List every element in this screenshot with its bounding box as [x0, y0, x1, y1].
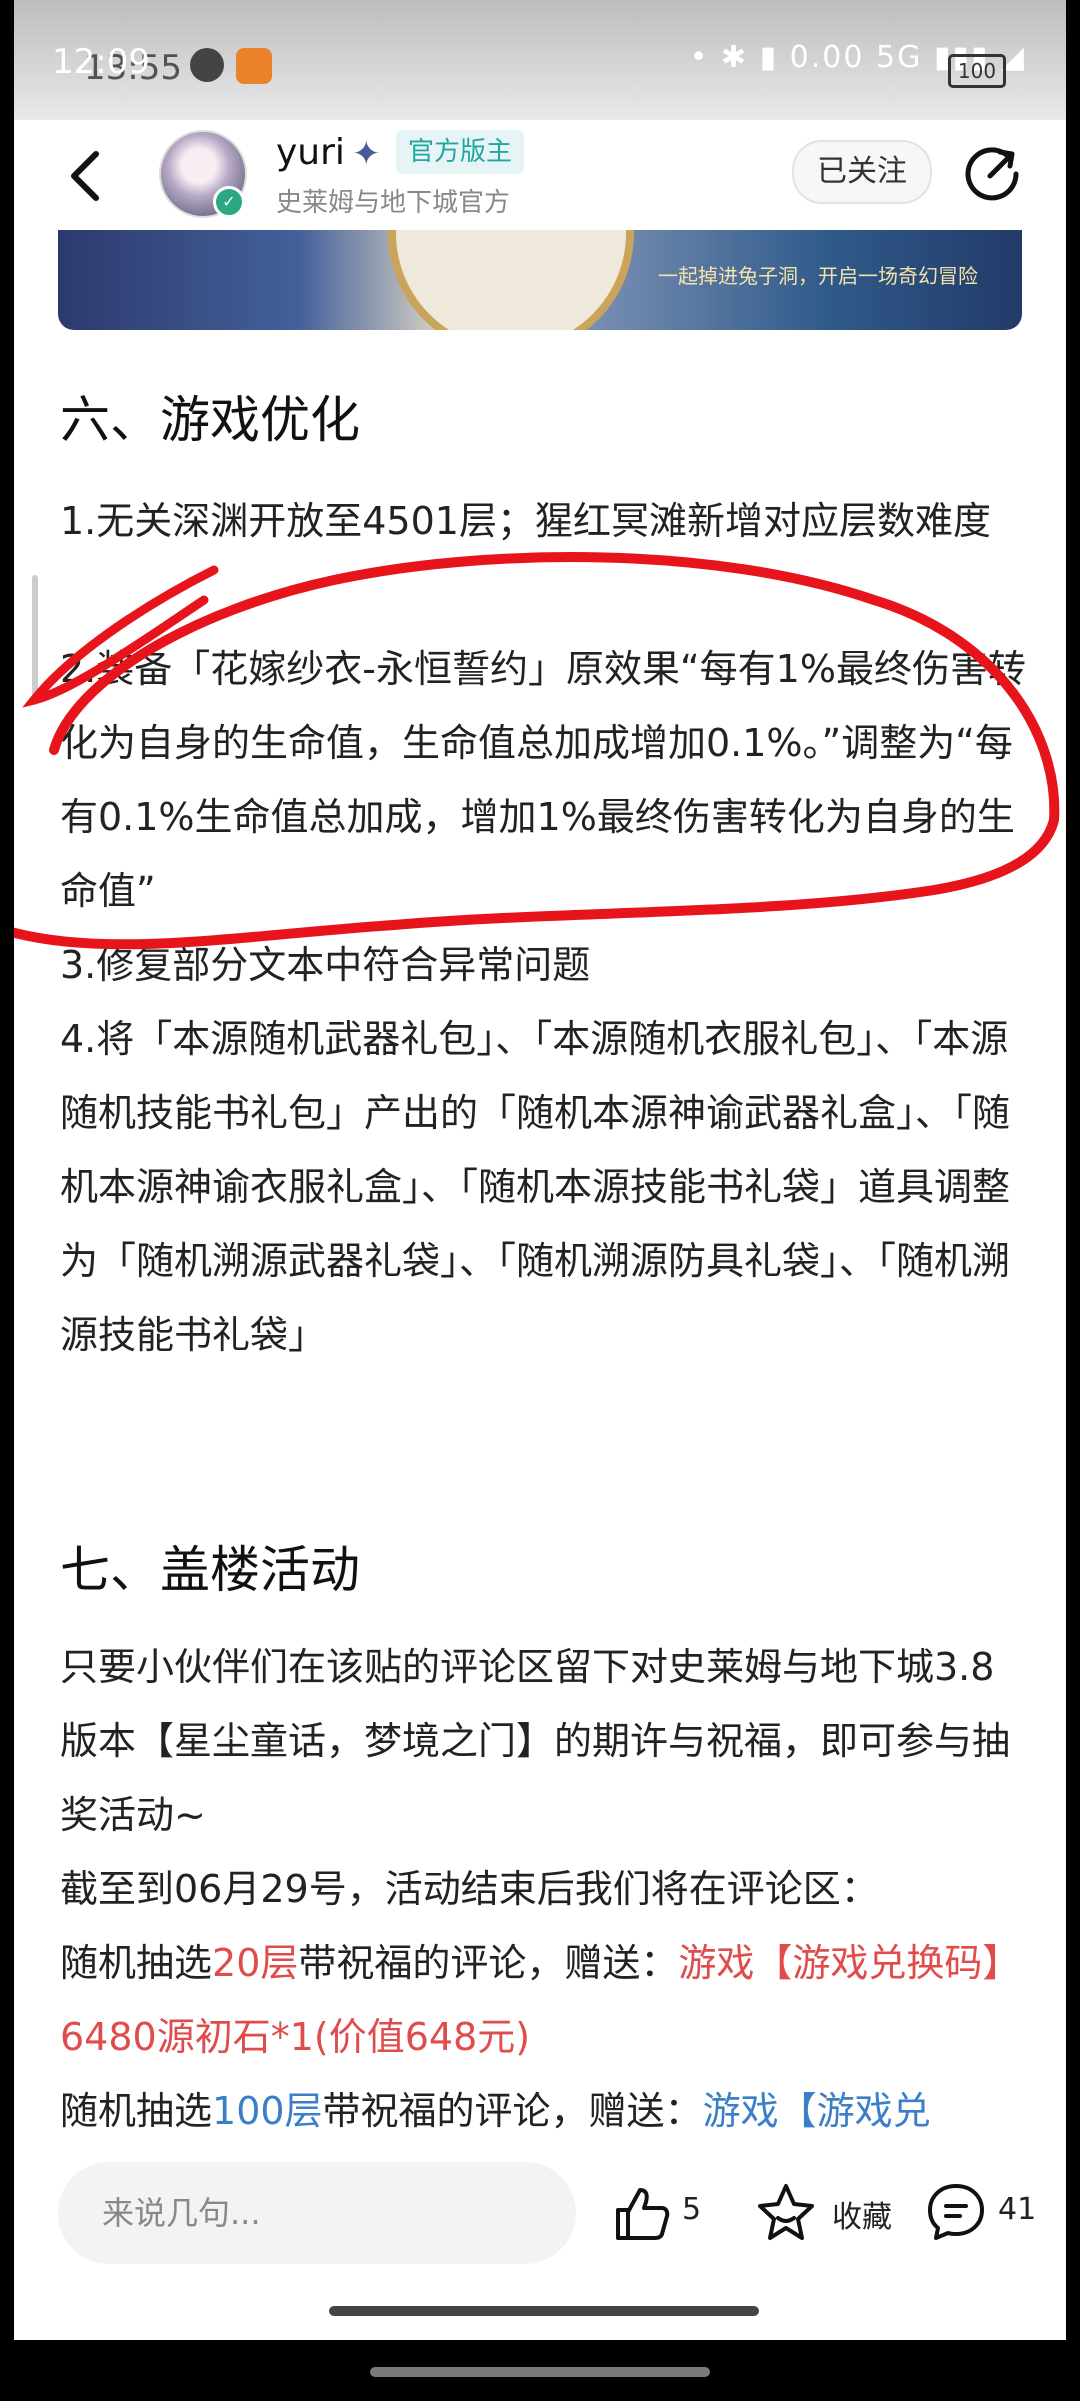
- notification-app-icon-orange: [236, 48, 272, 84]
- share-icon[interactable]: [964, 142, 1024, 202]
- battery-icon: 100: [948, 54, 1006, 88]
- section-6-item-2: 2.装备「花嫁纱衣-永恒誓约」原效果“每有1%最终伤害转化为自身的生命值，生命值…: [60, 647, 1026, 913]
- scroll-indicator: [32, 575, 38, 705]
- section-6-item-4: 4.将「本源随机武器礼包」、「本源随机衣服礼包」、「本源随机技能书礼包」产出的「…: [60, 1017, 1011, 1357]
- favorite-label[interactable]: 收藏: [832, 2192, 892, 2236]
- banner-tagline: 一起掉进兔子洞，开启一场奇幻冒险: [658, 264, 978, 288]
- prize-2-floor: 100层: [212, 2089, 323, 2133]
- verified-check-icon: ✓: [213, 186, 245, 218]
- bottom-action-bar: 来说几句... 5 收藏 41: [14, 2130, 1066, 2290]
- system-gesture-bar[interactable]: [370, 2367, 710, 2377]
- section-7-para-2: 截至到06月29号，活动结束后我们将在评论区：: [60, 1867, 879, 1911]
- post-header: ✓ yuri ✦ 官方版主 史莱姆与地下城官方 已关注: [14, 120, 1066, 230]
- app-screen: 13:55 12:09 • ✱ ▮ 0.00 5G ▮▮▮ ◢ 100 ✓ yu…: [14, 0, 1066, 2340]
- prize-2-middle: 带祝福的评论，赠送：: [322, 2089, 703, 2133]
- comment-icon[interactable]: [924, 2180, 988, 2244]
- prize-1-middle: 带祝福的评论，赠送：: [298, 1941, 679, 1985]
- section-6-item-3: 3.修复部分文本中符合异常问题: [60, 943, 591, 987]
- author-subtitle: 史莱姆与地下城官方: [276, 188, 511, 218]
- section-7-para-1: 只要小伙伴们在该贴的评论区留下对史莱姆与地下城3.8版本【星尘童话，梦境之门】的…: [60, 1645, 1011, 1837]
- thumbs-up-icon[interactable]: [610, 2182, 672, 2244]
- official-moderator-badge: 官方版主: [396, 130, 525, 174]
- prize-line-1: 随机抽选20层带祝福的评论，赠送：游戏【游戏兑换码】6480源初石*1(价值64…: [60, 1926, 1030, 2074]
- prize-2-prefix: 随机抽选: [60, 2089, 213, 2133]
- notification-app-icon: [190, 48, 224, 82]
- status-bar: 13:55 12:09 • ✱ ▮ 0.00 5G ▮▮▮ ◢ 100: [14, 0, 1066, 120]
- section-6-title: 六、游戏优化: [60, 391, 360, 449]
- like-count: 5: [682, 2192, 702, 2227]
- back-arrow-icon[interactable]: [62, 146, 112, 206]
- author-name[interactable]: yuri: [276, 132, 345, 173]
- comment-input[interactable]: 来说几句...: [58, 2162, 576, 2264]
- prize-2-reward: 游戏【游戏兑: [702, 2089, 931, 2133]
- section-7-title: 七、盖楼活动: [60, 1541, 360, 1599]
- comment-count: 41: [998, 2192, 1037, 2227]
- follow-button[interactable]: 已关注: [792, 140, 932, 204]
- status-time: 12:09: [52, 42, 150, 82]
- star-icon[interactable]: [754, 2180, 818, 2244]
- home-indicator[interactable]: [329, 2306, 759, 2316]
- rabbit-icon: ✦: [352, 134, 381, 174]
- prize-1-floor: 20层: [212, 1941, 299, 1985]
- section-6-item-1: 1.无关深渊开放至4501层；猩红冥滩新增对应层数难度: [60, 499, 991, 543]
- post-banner-image[interactable]: 一起掉进兔子洞，开启一场奇幻冒险: [58, 230, 1022, 330]
- clock-illustration: [388, 230, 634, 330]
- prize-1-prefix: 随机抽选: [60, 1941, 213, 1985]
